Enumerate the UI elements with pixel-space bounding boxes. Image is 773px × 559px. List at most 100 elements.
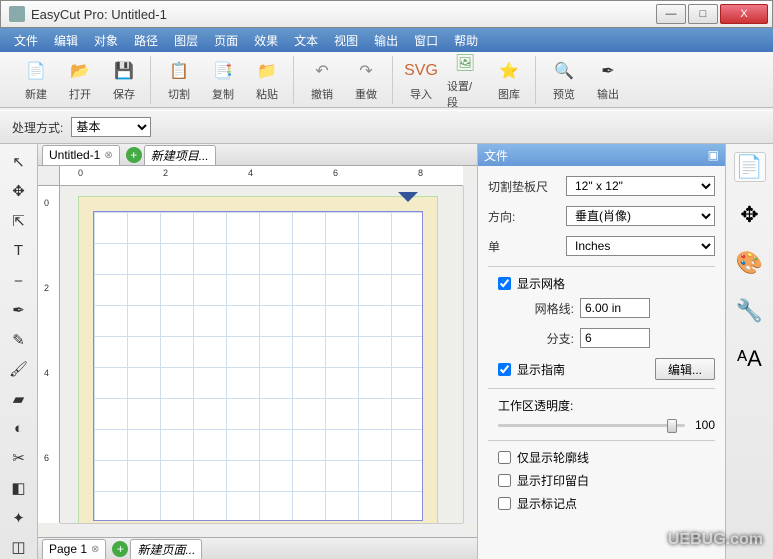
ruler-h-label: 8 [418, 168, 423, 178]
move-tool[interactable]: ✥ [6, 180, 32, 204]
undo-icon: ↶ [309, 58, 335, 84]
crop-tool[interactable]: ◧ [6, 476, 32, 500]
canvas-viewport[interactable]: 02468 0246 [38, 166, 477, 537]
outline-only-label: 仅显示轮廓线 [517, 449, 589, 466]
page-tab[interactable]: Page 1 ⊗ [42, 539, 106, 559]
document-tab[interactable]: Untitled-1⊗ [42, 145, 120, 165]
horizontal-scrollbar[interactable] [60, 523, 463, 537]
panel-collapse-icon[interactable]: ▣ [708, 148, 719, 162]
opacity-label: 工作区透明度: [498, 397, 715, 414]
print-margin-label: 显示打印留白 [517, 472, 589, 489]
page-tab[interactable]: 新建页面... [130, 539, 202, 559]
show-guides-label: 显示指南 [517, 361, 565, 378]
knife-tool[interactable]: ✂ [6, 446, 32, 470]
properties-panel: 文件 ▣ 切割垫板尺 12" x 12" 方向: 垂直(肖像) 单 Inches… [477, 144, 725, 559]
setup-button-label: 设置/段 [447, 78, 483, 110]
ruler-v-label: 6 [44, 453, 49, 463]
menu-文本[interactable]: 文本 [286, 29, 326, 52]
close-icon[interactable]: ⊗ [91, 544, 99, 555]
add-page-button[interactable]: + [112, 541, 128, 557]
library-button-label: 图库 [498, 86, 520, 102]
show-grid-label: 显示网格 [517, 275, 565, 292]
menu-效果[interactable]: 效果 [246, 29, 286, 52]
ruler-v-label: 0 [44, 198, 49, 208]
document-tab[interactable]: 新建项目... [144, 145, 216, 165]
menu-文件[interactable]: 文件 [6, 29, 46, 52]
outline-only-checkbox[interactable] [498, 451, 511, 464]
text-panel-icon[interactable]: ᴬA [734, 344, 766, 374]
setup-icon: 🖼 [452, 50, 478, 76]
orientation-select[interactable]: 垂直(肖像) [566, 206, 715, 226]
menu-窗口[interactable]: 窗口 [406, 29, 446, 52]
move-panel-icon[interactable]: ✥ [734, 200, 766, 230]
preview-button[interactable]: 🔍预览 [546, 58, 582, 102]
menu-图层[interactable]: 图层 [166, 29, 206, 52]
measure-tool[interactable]: ◫ [6, 535, 32, 559]
maximize-button[interactable]: □ [688, 4, 718, 24]
menu-视图[interactable]: 视图 [326, 29, 366, 52]
menu-帮助[interactable]: 帮助 [446, 29, 486, 52]
processing-select[interactable]: 基本 [71, 117, 151, 137]
gridline-label: 网格线: [518, 300, 574, 317]
menu-编辑[interactable]: 编辑 [46, 29, 86, 52]
pen-tool[interactable]: ✒ [6, 298, 32, 322]
vertical-ruler: 0246 [38, 186, 60, 523]
paste-icon: 📁 [254, 58, 280, 84]
open-button[interactable]: 📂打开 [62, 58, 98, 102]
eraser-tool[interactable]: ▰ [6, 387, 32, 411]
gridline-input[interactable] [580, 298, 650, 318]
new-doc-icon[interactable]: 📄 [734, 152, 766, 182]
page-canvas[interactable] [93, 211, 423, 521]
text-tool[interactable]: T [6, 239, 32, 263]
node-tool[interactable]: ⇱ [6, 209, 32, 233]
undo-button-label: 撤销 [311, 86, 333, 102]
setup-button[interactable]: 🖼设置/段 [447, 50, 483, 110]
pencil-tool[interactable]: ✎ [6, 328, 32, 352]
import-button-label: 导入 [410, 86, 432, 102]
add-document-button[interactable]: + [126, 147, 142, 163]
import-icon: SVG [408, 58, 434, 84]
new-button[interactable]: 📄新建 [18, 58, 54, 102]
right-icon-strip: 📄 ✥ 🎨 🔧 ᴬA [725, 144, 773, 559]
undo-button[interactable]: ↶ 撤销 [304, 58, 340, 102]
show-grid-checkbox[interactable] [498, 277, 511, 290]
menu-输出[interactable]: 输出 [366, 29, 406, 52]
page-tab-label: Page 1 [49, 542, 87, 556]
close-button[interactable]: X [720, 4, 768, 24]
menu-页面[interactable]: 页面 [206, 29, 246, 52]
close-icon[interactable]: ⊗ [104, 150, 112, 161]
output-button[interactable]: ✒输出 [590, 58, 626, 102]
opacity-slider[interactable] [498, 424, 685, 427]
minimize-button[interactable]: — [656, 4, 686, 24]
import-button[interactable]: SVG 导入 [403, 58, 439, 102]
ruler-v-label: 2 [44, 283, 49, 293]
redo-button[interactable]: ↷重做 [348, 58, 384, 102]
vertical-scrollbar[interactable] [463, 186, 477, 523]
library-button[interactable]: ⭐图库 [491, 58, 527, 102]
ruler-corner [38, 166, 60, 186]
mat-size-select[interactable]: 12" x 12" [566, 176, 715, 196]
select-tool[interactable]: ↖ [6, 150, 32, 174]
save-button[interactable]: 💾保存 [106, 58, 142, 102]
output-button-label: 输出 [597, 86, 619, 102]
subdiv-input[interactable] [580, 328, 650, 348]
menu-路径[interactable]: 路径 [126, 29, 166, 52]
brush-tool[interactable]: 🖌 [6, 357, 32, 381]
line-tool[interactable]: ⎯ [6, 269, 32, 293]
color-panel-icon[interactable]: 🎨 [734, 248, 766, 278]
gradient-tool[interactable]: ◐ [6, 417, 32, 441]
wrench-icon[interactable]: 🔧 [734, 296, 766, 326]
copy-button-label: 复制 [212, 86, 234, 102]
menu-对象[interactable]: 对象 [86, 29, 126, 52]
ruler-h-label: 6 [333, 168, 338, 178]
paste-button[interactable]: 📁粘贴 [249, 58, 285, 102]
units-select[interactable]: Inches [566, 236, 715, 256]
print-margin-checkbox[interactable] [498, 474, 511, 487]
copy-button[interactable]: 📑复制 [205, 58, 241, 102]
show-marks-checkbox[interactable] [498, 497, 511, 510]
redo-icon: ↷ [353, 58, 379, 84]
shape-tool[interactable]: ✦ [6, 506, 32, 530]
edit-guides-button[interactable]: 编辑... [655, 358, 715, 380]
show-guides-checkbox[interactable] [498, 363, 511, 376]
cut-button[interactable]: 📋切割 [161, 58, 197, 102]
